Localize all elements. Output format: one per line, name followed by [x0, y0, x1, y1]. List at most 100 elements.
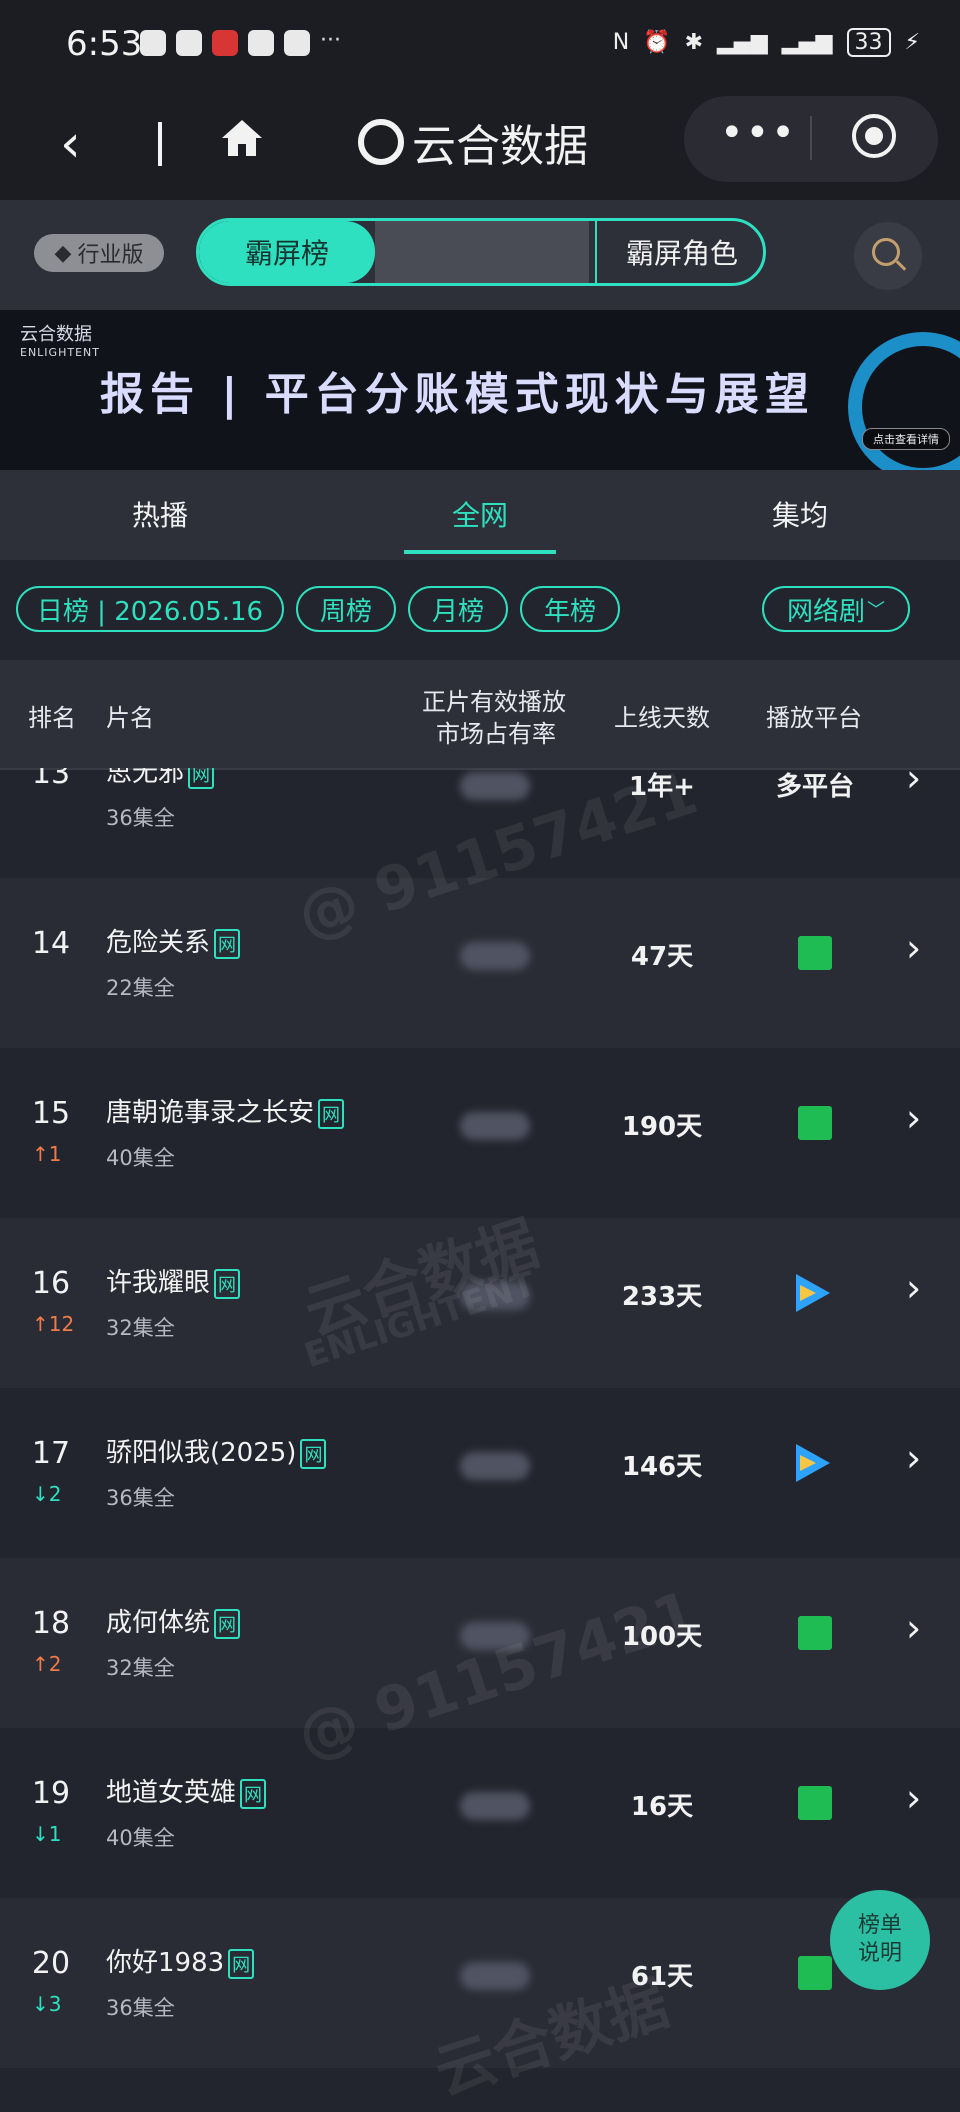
iqiyi-icon [798, 1956, 832, 1990]
tencent-video-icon [796, 1274, 830, 1312]
rank-change-down: ↓1 [32, 1822, 62, 1846]
chat-icon [248, 30, 274, 56]
web-drama-badge: 网 [228, 1948, 255, 1979]
row-market-share-blurred [460, 1282, 530, 1310]
row-rank: 16 [31, 1266, 71, 1301]
capsule-divider [810, 116, 812, 160]
row-market-share-blurred [460, 1792, 530, 1820]
row-days: 146天 [621, 1452, 703, 1482]
row-title: 骄阳似我(2025) 网 [106, 1432, 327, 1469]
table-row[interactable]: 13 思无邪网 36集全 1年+ 多平台 › [0, 768, 960, 878]
promo-banner[interactable]: 云合数据 ENLIGHTENT 报告 | 平台分账模式现状与展望 点击查看详情 [0, 310, 960, 470]
header-rank: 排名 [28, 704, 76, 732]
header-share-line1: 正片有效播放 [422, 688, 566, 716]
table-row[interactable]: 15 ↑1 唐朝诡事录之长安网 40集全 190天 › [0, 1048, 960, 1218]
tab-hot[interactable]: 热播 [132, 494, 188, 534]
logo-icon [358, 119, 404, 165]
web-drama-badge: 网 [214, 1608, 241, 1639]
chip-weekly[interactable]: 周榜 [296, 586, 396, 632]
category-dropdown[interactable]: 网络剧 ﹀ [762, 586, 910, 632]
ranking-explanation-button[interactable]: 榜单 说明 [830, 1890, 930, 1990]
tiktok-icon [284, 30, 310, 56]
rank-change-down: ↓2 [32, 1482, 62, 1506]
row-title: 危险关系网 [106, 922, 241, 959]
chevron-right-icon[interactable]: › [906, 1776, 921, 1820]
web-drama-badge: 网 [214, 1268, 241, 1299]
more-menu-icon[interactable]: ••• [720, 110, 797, 156]
row-days: 61天 [630, 1962, 694, 1992]
table-row[interactable]: 20 ↓3 你好1983网 36集全 61天 › [0, 1898, 960, 2068]
chevron-right-icon[interactable]: › [906, 1266, 921, 1310]
chevron-down-icon: ﹀ [867, 600, 885, 621]
row-episodes: 36集全 [106, 1996, 175, 2020]
chevron-right-icon[interactable]: › [906, 1096, 921, 1140]
notification-icons: ··· [140, 30, 341, 56]
signal-icon-2: ▂▄▆ [781, 30, 833, 55]
row-rank: 17 [31, 1436, 71, 1471]
back-icon[interactable]: ‹ [60, 114, 81, 174]
nav-divider [158, 122, 162, 166]
row-days: 100天 [621, 1622, 703, 1652]
banner-title: 报告 | 平台分账模式现状与展望 [100, 369, 815, 420]
nav-bar: ‹ 云合数据 ••• [0, 96, 960, 200]
period-chips: 日榜 | 2026.05.16 周榜 月榜 年榜 网络剧 ﹀ [0, 560, 960, 660]
chevron-right-icon[interactable]: › [906, 1606, 921, 1650]
rank-change-up: ↑12 [32, 1312, 75, 1336]
status-bar: 6:53 ··· N ⏰ ✱ ▂▄▆ ▂▄▆ 33 ⚡ [0, 0, 960, 96]
chevron-right-icon[interactable]: › [906, 1436, 921, 1480]
chip-yearly[interactable]: 年榜 [520, 586, 620, 632]
row-episodes: 40集全 [106, 1826, 175, 1850]
row-days: 1年+ [629, 772, 695, 802]
filter-bar: ◆ 行业版 霸屏榜 霸屏角色 [0, 200, 960, 310]
active-tab-indicator [404, 550, 556, 554]
table-row[interactable]: 19 ↓1 地道女英雄网 40集全 16天 › [0, 1728, 960, 1898]
search-icon[interactable] [854, 222, 922, 290]
row-market-share-blurred [460, 1452, 530, 1480]
row-platform: 多平台 [775, 772, 854, 802]
chevron-right-icon[interactable]: › [906, 926, 921, 970]
rank-change-up: ↑1 [32, 1142, 62, 1166]
home-icon[interactable] [218, 114, 266, 162]
segment-blurred[interactable] [375, 221, 589, 283]
header-platform: 播放平台 [766, 704, 862, 732]
chip-daily[interactable]: 日榜 | 2026.05.16 [16, 586, 284, 632]
charging-icon: ⚡ [904, 30, 920, 55]
chip-monthly[interactable]: 月榜 [408, 586, 508, 632]
segment-dominant-roles[interactable]: 霸屏角色 [595, 221, 763, 283]
weibo-icon [212, 30, 238, 56]
row-days: 47天 [630, 942, 694, 972]
web-drama-badge: 网 [300, 1438, 327, 1469]
row-title: 地道女英雄网 [106, 1772, 267, 1809]
bluetooth-icon: ✱ [684, 30, 704, 55]
tab-bar: 热播 全网 集均 [0, 470, 960, 560]
fab-line2: 说明 [857, 1941, 902, 1966]
diamond-icon: ◆ [54, 240, 72, 266]
table-row[interactable]: 17 ↓2 骄阳似我(2025) 网 36集全 146天 › [0, 1388, 960, 1558]
banner-brand: 云合数据 ENLIGHTENT [20, 324, 100, 360]
more-notifications-icon: ··· [320, 28, 341, 53]
nfc-icon: N [612, 30, 630, 55]
close-miniapp-icon[interactable] [852, 114, 896, 158]
table-row[interactable]: 14 危险关系网 22集全 47天 › [0, 878, 960, 1048]
row-rank: 19 [31, 1776, 71, 1811]
signal-icon: ▂▄▆ [717, 30, 768, 55]
header-name: 片名 [106, 704, 154, 732]
chevron-right-icon[interactable]: › [906, 768, 921, 800]
row-episodes: 32集全 [106, 1656, 175, 1680]
row-episodes: 40集全 [106, 1146, 175, 1170]
fab-line1: 榜单 [857, 1913, 902, 1938]
tab-all-network[interactable]: 全网 [452, 494, 508, 534]
header-days: 上线天数 [614, 704, 710, 732]
table-row[interactable]: 16 ↑12 许我耀眼网 32集全 233天 › [0, 1218, 960, 1388]
tab-episode-avg[interactable]: 集均 [772, 494, 828, 534]
header-share-line2: 市场占有率 [436, 720, 556, 748]
status-time: 6:53 [66, 24, 143, 64]
alarm-icon: ⏰ [643, 30, 671, 55]
banner-cta[interactable]: 点击查看详情 [862, 428, 950, 450]
iqiyi-icon [798, 1616, 832, 1650]
category-label: 网络剧 [786, 596, 865, 627]
segment-dominance-list[interactable]: 霸屏榜 [199, 221, 375, 283]
industry-edition-badge[interactable]: ◆ 行业版 [34, 234, 164, 272]
ranking-list: 13 思无邪网 36集全 1年+ 多平台 › 14 危险关系网 22集全 47天… [0, 768, 960, 2076]
table-row[interactable]: 18 ↑2 成何体统网 32集全 100天 › [0, 1558, 960, 1728]
